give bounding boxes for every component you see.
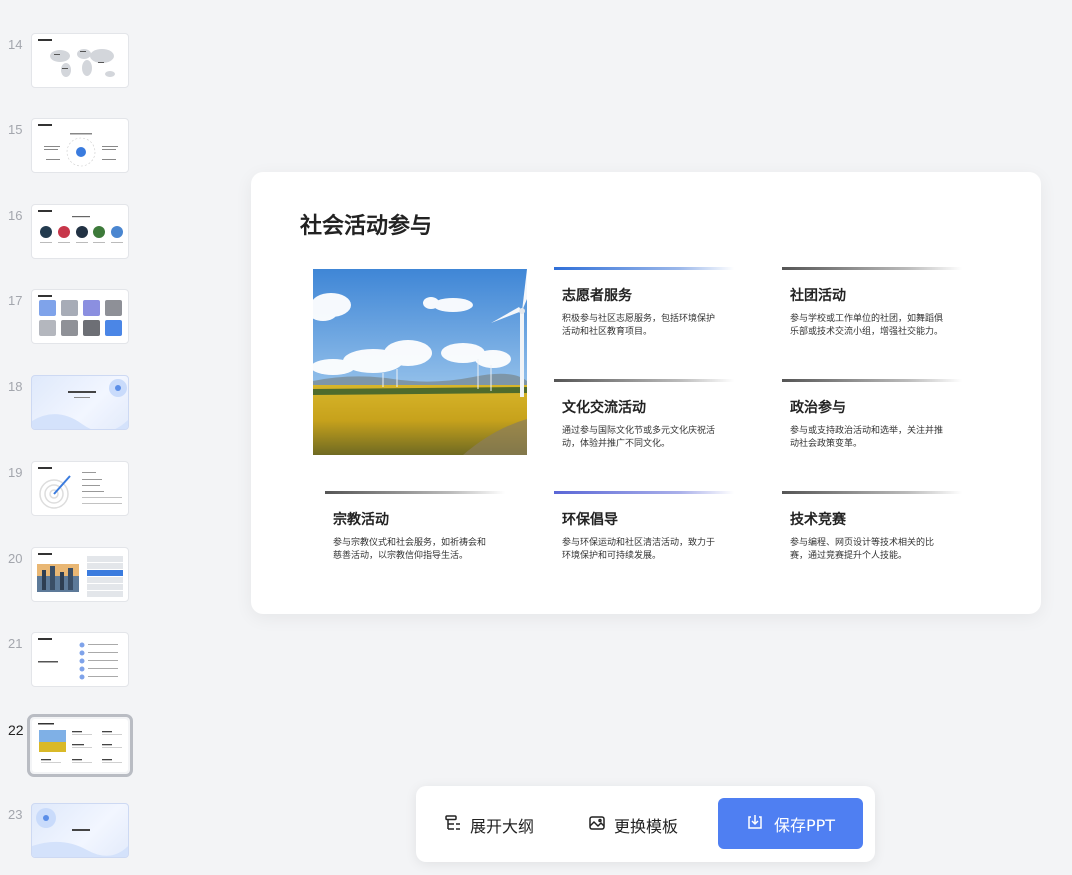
slide-thumbnail-16[interactable]: 16 (0, 204, 215, 266)
card-description: 参与或支持政治活动和选举，关注并推动社会政策变革。 (790, 426, 944, 449)
slide-number: 17 (8, 293, 23, 308)
card-description: 参与编程、网页设计等技术相关的比赛，通过竞赛提升个人技能。 (790, 538, 935, 561)
slide-thumbnail-sidebar: 14 15 16 17 18 19 20 21 22 23 (0, 0, 215, 875)
slide-preview[interactable] (31, 632, 129, 687)
slide-number: 16 (8, 208, 23, 223)
slide-preview[interactable] (31, 289, 129, 344)
change-template-label: 更换模板 (614, 817, 679, 836)
card-title: 志愿者服务 (562, 288, 632, 304)
slide-preview[interactable] (31, 461, 129, 516)
slide-number: 18 (8, 379, 23, 394)
slide-preview[interactable] (31, 375, 129, 430)
slide-title: 社会活动参与 (300, 214, 433, 239)
slide-number: 14 (8, 37, 23, 52)
expand-outline-label: 展开大纲 (470, 817, 535, 836)
activity-card-clubs: 社团活动 参与学校或工作单位的社团，如舞蹈俱乐部或技术交流小组，增强社交能力。 (782, 267, 970, 339)
slide-thumbnail-17[interactable]: 17 (0, 289, 215, 351)
slide-thumbnail-21[interactable]: 21 (0, 632, 215, 694)
card-accent-line (554, 491, 734, 494)
landscape-photo (313, 269, 527, 455)
card-description: 通过参与国际文化节或多元文化庆祝活动，体验并推广不同文化。 (562, 426, 716, 449)
card-accent-line (554, 379, 734, 382)
slide-preview[interactable] (31, 204, 129, 259)
change-template-button[interactable]: 更换模板 (588, 802, 678, 848)
save-ppt-button[interactable]: 保存PPT (718, 798, 863, 849)
slide-number: 15 (8, 122, 23, 137)
card-description: 积极参与社区志愿服务，包括环境保护活动和社区教育项目。 (562, 314, 716, 337)
card-description: 参与宗教仪式和社会服务，如祈祷会和慈善活动，以宗教信仰指导生活。 (333, 538, 487, 561)
activity-card-culture: 文化交流活动 通过参与国际文化节或多元文化庆祝活动，体验并推广不同文化。 (554, 379, 742, 451)
bottom-toolbar: 展开大纲 更换模板 保存PPT (416, 786, 875, 862)
card-title: 宗教活动 (333, 512, 389, 528)
save-icon (746, 813, 764, 835)
slide-thumbnail-18[interactable]: 18 (0, 375, 215, 437)
card-accent-line (325, 491, 505, 494)
card-accent-line (782, 379, 962, 382)
slide-preview-selected[interactable] (27, 714, 133, 777)
slide-thumbnail-14[interactable]: 14 (0, 33, 215, 95)
slide-number: 22 (8, 722, 24, 738)
slide-number: 23 (8, 807, 23, 822)
template-icon (588, 814, 606, 836)
activity-card-politics: 政治参与 参与或支持政治活动和选举，关注并推动社会政策变革。 (782, 379, 970, 451)
slide-thumbnail-19[interactable]: 19 (0, 461, 215, 523)
card-description: 参与环保运动和社区清洁活动，致力于环境保护和可持续发展。 (562, 538, 716, 561)
card-title: 政治参与 (790, 400, 846, 416)
slide-thumbnail-22[interactable]: 22 (0, 714, 215, 780)
slide-preview[interactable] (31, 118, 129, 173)
activity-card-environment: 环保倡导 参与环保运动和社区清洁活动，致力于环境保护和可持续发展。 (554, 491, 742, 563)
slide-number: 20 (8, 551, 23, 566)
activity-card-religion: 宗教活动 参与宗教仪式和社会服务，如祈祷会和慈善活动，以宗教信仰指导生活。 (325, 491, 513, 563)
card-title: 技术竞赛 (790, 512, 846, 528)
activity-card-tech-contest: 技术竞赛 参与编程、网页设计等技术相关的比赛，通过竞赛提升个人技能。 (782, 491, 970, 563)
card-description: 参与学校或工作单位的社团，如舞蹈俱乐部或技术交流小组，增强社交能力。 (790, 314, 944, 337)
card-title: 环保倡导 (562, 512, 618, 528)
card-title: 社团活动 (790, 288, 846, 304)
card-title: 文化交流活动 (562, 400, 646, 416)
card-accent-line (554, 267, 734, 270)
slide-thumbnail-15[interactable]: 15 (0, 118, 215, 180)
save-ppt-label: 保存PPT (773, 815, 836, 835)
expand-outline-button[interactable]: 展开大纲 (444, 802, 534, 848)
outline-icon (444, 814, 462, 836)
slide-canvas[interactable]: 社会活动参与 志愿者服务 积极参与社区志愿服务，包括环境保护活动和社区教育项目。… (251, 172, 1041, 614)
slide-number: 21 (8, 636, 23, 651)
slide-preview[interactable] (31, 803, 129, 858)
card-accent-line (782, 491, 962, 494)
card-accent-line (782, 267, 962, 270)
slide-thumbnail-23[interactable]: 23 (0, 803, 215, 865)
slide-thumbnail-20[interactable]: 20 (0, 547, 215, 609)
activity-card-volunteer: 志愿者服务 积极参与社区志愿服务，包括环境保护活动和社区教育项目。 (554, 267, 742, 339)
slide-preview[interactable] (31, 547, 129, 602)
slide-number: 19 (8, 465, 23, 480)
slide-preview[interactable] (31, 33, 129, 88)
